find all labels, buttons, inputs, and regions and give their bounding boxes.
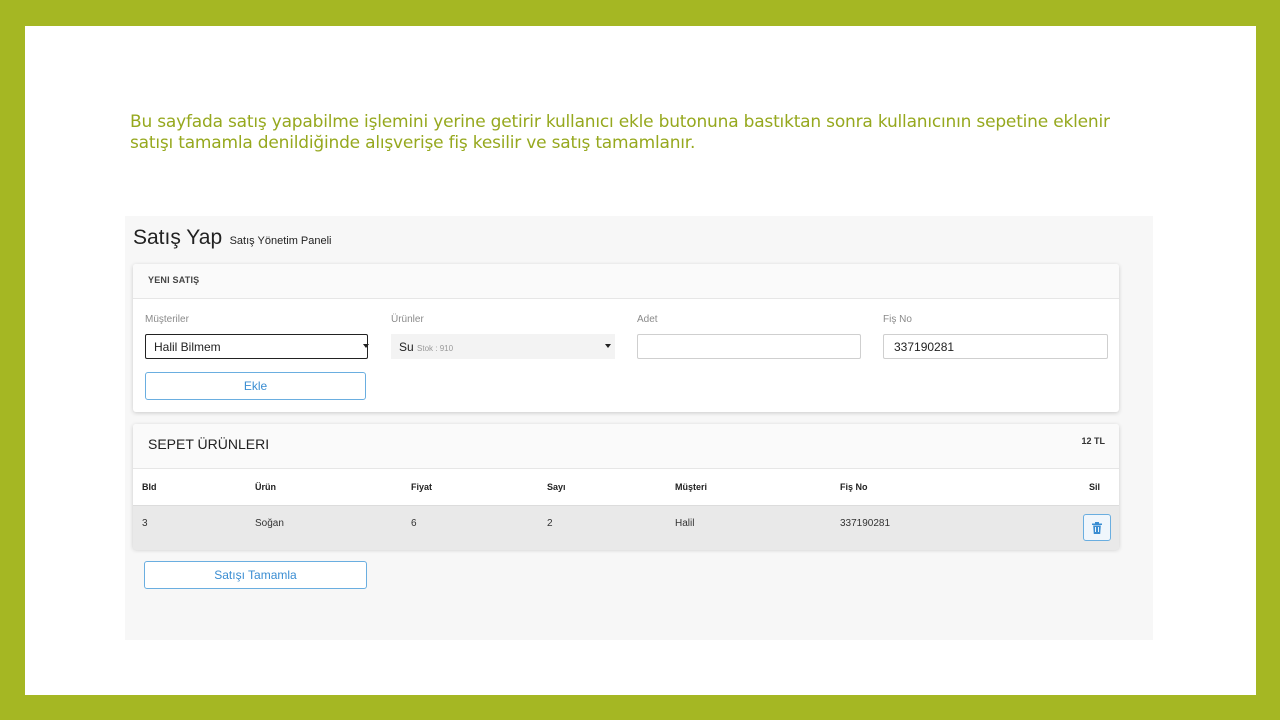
quantity-input[interactable] xyxy=(637,334,861,359)
cart-header: SEPET ÜRÜNLERI 12 TL xyxy=(133,424,1119,469)
cell-customer: Halil xyxy=(675,518,695,529)
cart-title: SEPET ÜRÜNLERI xyxy=(148,436,270,452)
customers-label: Müşteriler xyxy=(145,314,189,325)
column-header-delete: Sil xyxy=(1089,482,1101,492)
new-sale-card: YENI SATIŞ Müşteriler Ürünler Adet Fiş N… xyxy=(133,264,1119,412)
delete-button[interactable] xyxy=(1083,514,1111,541)
cell-id: 3 xyxy=(142,518,148,529)
complete-sale-button[interactable]: Satışı Tamamla xyxy=(144,561,367,589)
customer-select-value: Halil Bilmem xyxy=(154,340,221,354)
page-subtitle: Satış Yönetim Paneli xyxy=(229,235,332,247)
column-header-id: BId xyxy=(142,482,157,492)
page-header: Satış Yap Satış Yönetim Paneli xyxy=(133,226,332,250)
column-header-receipt: Fiş No xyxy=(840,482,868,492)
column-header-customer: Müşteri xyxy=(675,482,708,492)
add-button[interactable]: Ekle xyxy=(145,372,366,400)
products-label: Ürünler xyxy=(391,314,424,325)
new-sale-title: YENI SATIŞ xyxy=(148,275,200,285)
new-sale-header: YENI SATIŞ xyxy=(133,264,1119,299)
cell-product: Soğan xyxy=(255,518,284,529)
trash-icon xyxy=(1092,522,1102,534)
cart-card: SEPET ÜRÜNLERI 12 TL BId Ürün Fiyat Sayı… xyxy=(133,424,1119,550)
caret-down-icon xyxy=(363,344,369,348)
page-title: Satış Yap xyxy=(133,226,223,249)
cell-price: 6 xyxy=(411,518,417,529)
caret-down-icon xyxy=(605,344,611,348)
column-header-count: Sayı xyxy=(547,482,566,492)
customer-select[interactable]: Halil Bilmem xyxy=(145,334,369,359)
quantity-label: Adet xyxy=(637,314,658,325)
cell-receipt: 337190281 xyxy=(840,518,891,529)
sales-page: Satış Yap Satış Yönetim Paneli YENI SATI… xyxy=(125,216,1153,640)
cart-total: 12 TL xyxy=(1081,436,1105,446)
slide: Bu sayfada satış yapabilme işlemini yeri… xyxy=(25,26,1256,695)
cell-count: 2 xyxy=(547,518,553,529)
column-header-price: Fiyat xyxy=(411,482,433,492)
table-row: 3 Soğan 6 2 Halil 337190281 xyxy=(133,505,1119,550)
product-select[interactable]: Su Stok : 910 xyxy=(391,334,615,359)
product-stock: Stok : 910 xyxy=(417,344,454,353)
receipt-label: Fiş No xyxy=(883,314,912,325)
description-text: Bu sayfada satış yapabilme işlemini yeri… xyxy=(130,112,1110,153)
column-header-product: Ürün xyxy=(255,482,276,492)
product-select-value: Su xyxy=(399,340,414,354)
receipt-input[interactable]: 337190281 xyxy=(883,334,1108,359)
